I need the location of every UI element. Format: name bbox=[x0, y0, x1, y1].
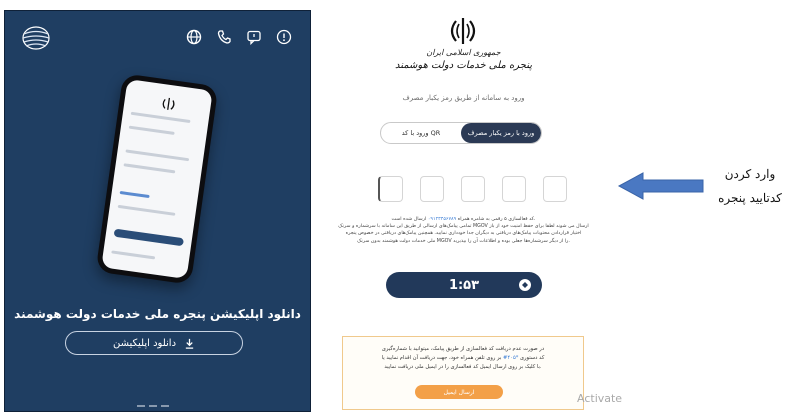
otp-input-group bbox=[378, 176, 567, 202]
otp-digit-input[interactable] bbox=[378, 176, 403, 202]
chat-icon[interactable] bbox=[246, 29, 262, 45]
info-line1: کد فعالسازی ۵ رقمی به شامره همراه bbox=[456, 217, 534, 222]
org-name-line1: جمهوری اسلامی ایران bbox=[426, 48, 501, 57]
annotation-arrow-icon bbox=[617, 172, 704, 200]
globe-icon[interactable] bbox=[186, 29, 202, 45]
send-email-button[interactable]: ارسال ایمیل bbox=[415, 385, 503, 399]
app-download-panel: دانلود اپلیکیشن پنجره ملی خدمات دولت هوش… bbox=[4, 10, 311, 412]
otp-info-text: کد فعالسازی ۵ رقمی به شامره همراه ۰۹۱۲۳۴… bbox=[318, 216, 609, 245]
emblem-icon bbox=[162, 97, 175, 110]
ussd-code: *۴۰۵# bbox=[503, 355, 519, 361]
globe-logo-icon bbox=[22, 26, 50, 50]
phone-mockup-image bbox=[95, 73, 219, 285]
login-subtitle: ورود به سامانه از طریق رمز یکبار مصرف bbox=[402, 94, 525, 102]
notice-line2b: بر روی تلفن همراه خود، جهت دریافت آن اقد… bbox=[381, 355, 504, 361]
info-icon[interactable] bbox=[276, 29, 292, 45]
timer-value: 1:۵۳ bbox=[448, 277, 480, 293]
windows-activate-watermark: Activate bbox=[577, 392, 623, 405]
info-line3: اختیار قراردادن محتوبات پیامک‌های دریافت… bbox=[345, 231, 582, 237]
iran-emblem-icon bbox=[450, 18, 476, 44]
info-phone-number: ۰۹۱۲۳۴۵۶۷۸۹ bbox=[427, 217, 457, 222]
otp-digit-input[interactable] bbox=[420, 176, 444, 202]
info-line4: ملی خدمات دولت هوشمند بدون سرنک MGOV را … bbox=[357, 238, 570, 244]
annotation-line1: وارد کردن bbox=[724, 167, 776, 181]
phone-screen bbox=[101, 78, 213, 280]
resend-clock-icon bbox=[519, 279, 531, 291]
tab-otp-login[interactable]: ورود با رمز یکبار مصرف bbox=[461, 123, 541, 143]
notice-line2a: کد دستوری bbox=[518, 355, 545, 361]
app-download-title: دانلود اپلیکیشن پنجره ملی خدمات دولت هوش… bbox=[14, 307, 301, 321]
annotation-line2: کدتایید پنجره bbox=[718, 191, 782, 205]
phone-icon[interactable] bbox=[216, 29, 232, 45]
sms-fallback-notice: در صورت عدم دریافت کد فعالسازی از طریق پ… bbox=[342, 336, 584, 410]
login-method-tabs: ورود با کد QR ورود با رمز یکبار مصرف bbox=[380, 122, 542, 144]
download-button-label: دانلود اپلیکیشن bbox=[112, 337, 177, 349]
info-line2: تمامی پیامک‌های ارسالی از طریق این سامان… bbox=[338, 224, 589, 230]
org-name-line2: پنجره ملی خدمات دولت هوشمند bbox=[395, 60, 532, 71]
notice-line1: در صورت عدم دریافت کد فعالسازی از طریق پ… bbox=[381, 346, 545, 352]
carousel-dots[interactable] bbox=[137, 405, 169, 407]
download-icon bbox=[185, 338, 194, 349]
otp-digit-input[interactable] bbox=[461, 176, 485, 202]
annotation-label: وارد کردن کدتایید پنجره bbox=[712, 162, 788, 210]
screenshot-frame: دانلود اپلیکیشن پنجره ملی خدمات دولت هوش… bbox=[0, 0, 793, 412]
top-icon-bar bbox=[186, 29, 292, 45]
download-app-button[interactable]: دانلود اپلیکیشن bbox=[65, 331, 243, 355]
notice-line3: با کلیک بر روی ارسال ایمیل کد فعالسازی ر… bbox=[384, 364, 542, 370]
otp-digit-input[interactable] bbox=[502, 176, 526, 202]
otp-digit-input[interactable] bbox=[543, 176, 567, 202]
tab-qr-login[interactable]: ورود با کد QR bbox=[381, 123, 461, 143]
login-panel: جمهوری اسلامی ایران پنجره ملی خدمات دولت… bbox=[312, 10, 615, 410]
countdown-timer: 1:۵۳ bbox=[386, 272, 542, 298]
